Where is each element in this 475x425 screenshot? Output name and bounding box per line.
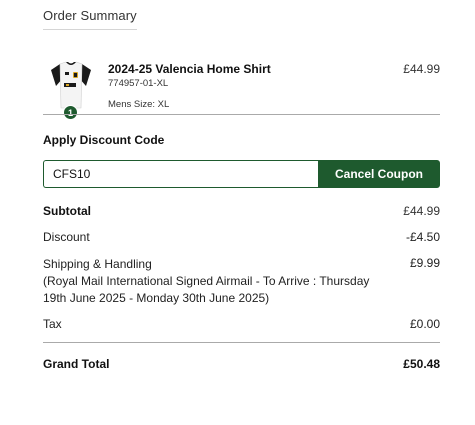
quantity-badge: 1 [63,105,78,120]
discount-code-input[interactable] [43,160,318,188]
subtotal-value: £44.99 [403,204,440,218]
product-price: £44.99 [403,62,440,76]
discount-label: Discount [43,230,90,244]
coupon-form: Cancel Coupon [43,160,440,188]
order-summary-panel: Order Summary 1 2024-25 Valencia Home Sh… [0,0,475,425]
shipping-label: Shipping & Handling [43,257,152,271]
discount-value: -£4.50 [405,230,440,244]
cart-line-item: 1 2024-25 Valencia Home Shirt 774957-01-… [43,58,440,120]
subtotal-label: Subtotal [43,204,91,218]
divider [43,342,440,343]
grand-total-label: Grand Total [43,357,110,371]
divider [43,114,440,115]
shipping-detail-line-1: (Royal Mail International Signed Airmail… [43,274,370,288]
tax-value: £0.00 [409,317,440,331]
cancel-coupon-button[interactable]: Cancel Coupon [318,160,440,188]
shipping-detail-line-2: 19th June 2025 - Monday 30th June 2025) [43,291,270,305]
tax-label: Tax [43,317,62,331]
discount-heading: Apply Discount Code [43,133,165,147]
order-summary-title: Order Summary [43,8,137,30]
product-name[interactable]: 2024-25 Valencia Home Shirt [108,62,271,76]
product-sku: 774957-01-XL [108,78,169,89]
shipping-row: Shipping & Handling (Royal Mail Internat… [43,256,440,308]
grand-total-value: £50.48 [403,357,440,371]
product-size: Mens Size: XL [108,99,170,110]
shipping-value: £9.99 [409,256,440,270]
